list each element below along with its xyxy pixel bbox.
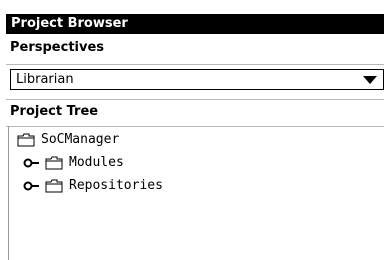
tree-item-modules[interactable]: Modules bbox=[23, 154, 124, 172]
perspectives-dropdown[interactable]: Librarian bbox=[10, 69, 384, 90]
tree-item-label: Modules bbox=[69, 155, 124, 170]
project-browser-panel: Project Browser Perspectives Librarian P… bbox=[0, 0, 384, 260]
tree-item-label: SoCManager bbox=[41, 132, 120, 147]
divider bbox=[6, 64, 384, 65]
perspectives-label: Perspectives bbox=[10, 40, 105, 55]
project-tree[interactable]: SoCManager Modules Repositories bbox=[8, 126, 384, 260]
perspectives-selected-value: Librarian bbox=[16, 72, 74, 87]
divider bbox=[6, 99, 384, 100]
expander-icon[interactable] bbox=[23, 180, 41, 192]
chevron-down-icon[interactable] bbox=[363, 76, 377, 84]
tree-item-repositories[interactable]: Repositories bbox=[23, 177, 163, 195]
folder-icon bbox=[45, 179, 63, 193]
project-tree-label: Project Tree bbox=[10, 104, 99, 119]
tree-item-socmanager[interactable]: SoCManager bbox=[17, 131, 119, 149]
folder-icon bbox=[45, 156, 63, 170]
panel-title: Project Browser bbox=[6, 14, 384, 34]
tree-item-label: Repositories bbox=[69, 178, 163, 193]
expander-icon[interactable] bbox=[23, 157, 41, 169]
folder-icon bbox=[17, 133, 35, 147]
